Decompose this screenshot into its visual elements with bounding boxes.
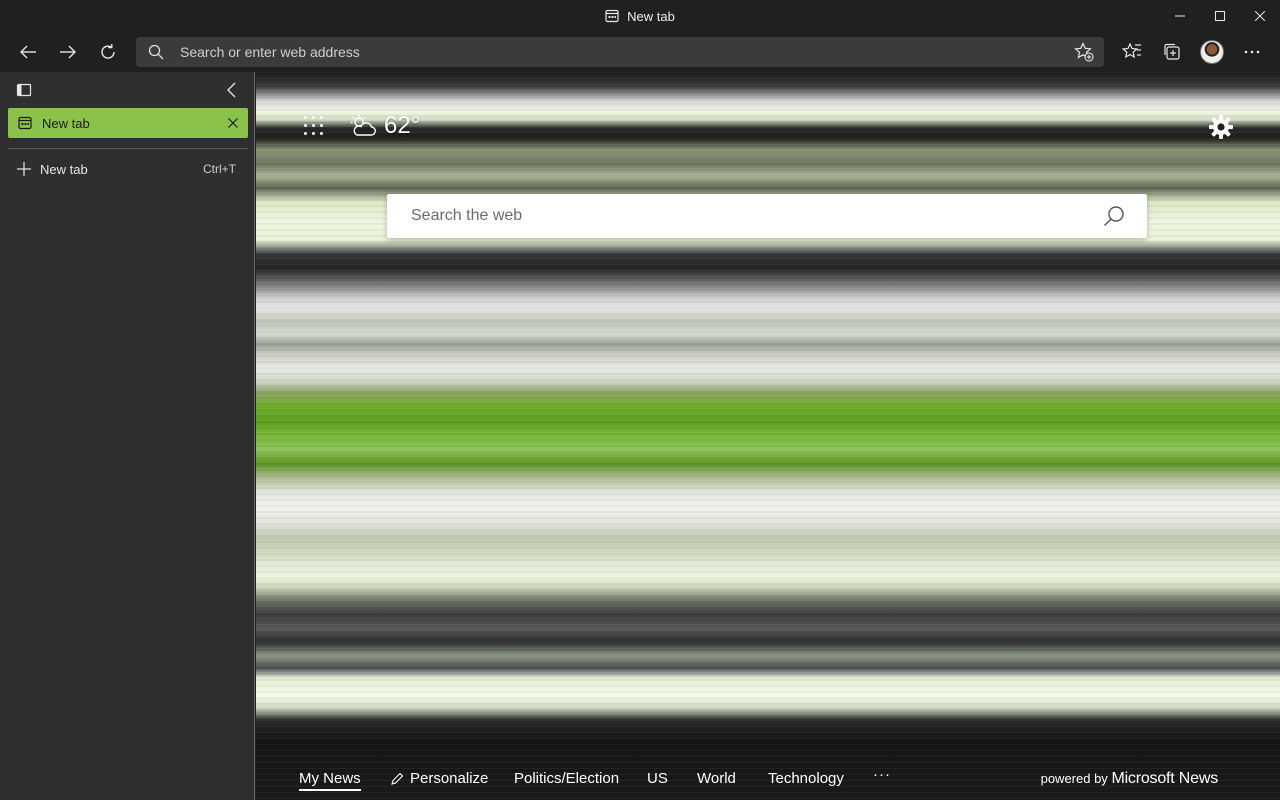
new-tab-shortcut: Ctrl+T — [203, 162, 236, 176]
web-search-input[interactable] — [411, 194, 1091, 238]
divider — [8, 148, 248, 149]
close-tab-button[interactable] — [226, 116, 240, 130]
new-tab-page: 62° My News Personalize — [256, 72, 1280, 800]
vertical-tabs-pane: New tab New tab Ctrl+T — [0, 72, 255, 800]
browser-toolbar — [0, 32, 1280, 72]
forward-button[interactable] — [52, 36, 84, 68]
tab-actions-button[interactable] — [14, 80, 34, 100]
avatar — [1200, 40, 1224, 64]
news-tab-my-news[interactable]: My News — [299, 770, 361, 791]
page-settings-button[interactable] — [1208, 114, 1234, 140]
close-window-button[interactable] — [1240, 0, 1280, 32]
minimize-icon — [1175, 15, 1185, 17]
microsoft-news-logo: Microsoft News — [1111, 770, 1218, 787]
tab-favicon-icon — [18, 116, 32, 130]
news-tab-us[interactable]: US — [647, 770, 668, 787]
background-image — [256, 72, 1280, 800]
minimize-button[interactable] — [1160, 0, 1200, 32]
title-bar: New tab — [0, 0, 1280, 32]
close-icon — [228, 118, 238, 128]
personalize-label: Personalize — [410, 770, 489, 787]
plus-icon — [16, 161, 32, 177]
more-icon — [1244, 50, 1260, 54]
search-icon — [148, 44, 164, 65]
favorites-button[interactable] — [1116, 36, 1148, 68]
favorites-icon — [1122, 42, 1141, 59]
add-favorite-button[interactable] — [1072, 40, 1096, 64]
search-submit-button[interactable] — [1103, 205, 1125, 227]
maximize-button[interactable] — [1200, 0, 1240, 32]
tab-favicon-icon — [605, 9, 619, 23]
profile-button[interactable] — [1196, 36, 1228, 68]
pencil-icon — [391, 772, 404, 785]
search-icon — [1104, 206, 1124, 226]
powered-by-microsoft-news[interactable]: powered by Microsoft News — [1040, 770, 1219, 788]
news-tab-personalize[interactable]: Personalize — [390, 770, 488, 787]
powered-by-label: powered by — [1040, 771, 1108, 786]
window-title-text: New tab — [627, 8, 675, 24]
maximize-icon — [1215, 11, 1225, 21]
app-launcher-button[interactable] — [304, 116, 324, 136]
collections-icon — [1164, 43, 1180, 60]
forward-icon — [60, 45, 76, 59]
back-button[interactable] — [12, 36, 44, 68]
chevron-left-icon — [227, 82, 236, 98]
vertical-tabs-icon — [16, 83, 32, 97]
address-bar[interactable] — [136, 37, 1104, 67]
new-tab-button[interactable]: New tab Ctrl+T — [8, 156, 248, 182]
news-tab-politics-election[interactable]: Politics/Election — [514, 770, 619, 787]
back-icon — [20, 45, 36, 59]
refresh-button[interactable] — [92, 36, 124, 68]
tab-new-tab[interactable]: New tab — [8, 108, 248, 138]
news-tab-technology[interactable]: Technology — [768, 770, 844, 787]
collapse-pane-button[interactable] — [222, 80, 242, 100]
news-navigation: My News Personalize Politics/Election US… — [256, 758, 1280, 800]
gear-icon — [1209, 115, 1233, 139]
web-search-box[interactable] — [387, 194, 1147, 238]
news-tab-world[interactable]: World — [697, 770, 736, 787]
weather-widget[interactable]: 62° — [350, 112, 420, 140]
partly-cloudy-icon — [350, 114, 376, 136]
add-favorite-icon — [1074, 42, 1094, 62]
tabs-pane-header — [0, 72, 255, 106]
more-menu-button[interactable] — [1236, 36, 1268, 68]
window-title: New tab — [0, 0, 1280, 32]
tab-label: New tab — [42, 115, 90, 131]
address-input[interactable] — [180, 37, 1060, 67]
new-tab-label: New tab — [40, 161, 88, 177]
close-icon — [1255, 11, 1265, 21]
temperature: 62° — [384, 112, 421, 139]
collections-button[interactable] — [1156, 36, 1188, 68]
news-more-button[interactable]: ··· — [873, 766, 891, 783]
refresh-icon — [101, 44, 115, 59]
